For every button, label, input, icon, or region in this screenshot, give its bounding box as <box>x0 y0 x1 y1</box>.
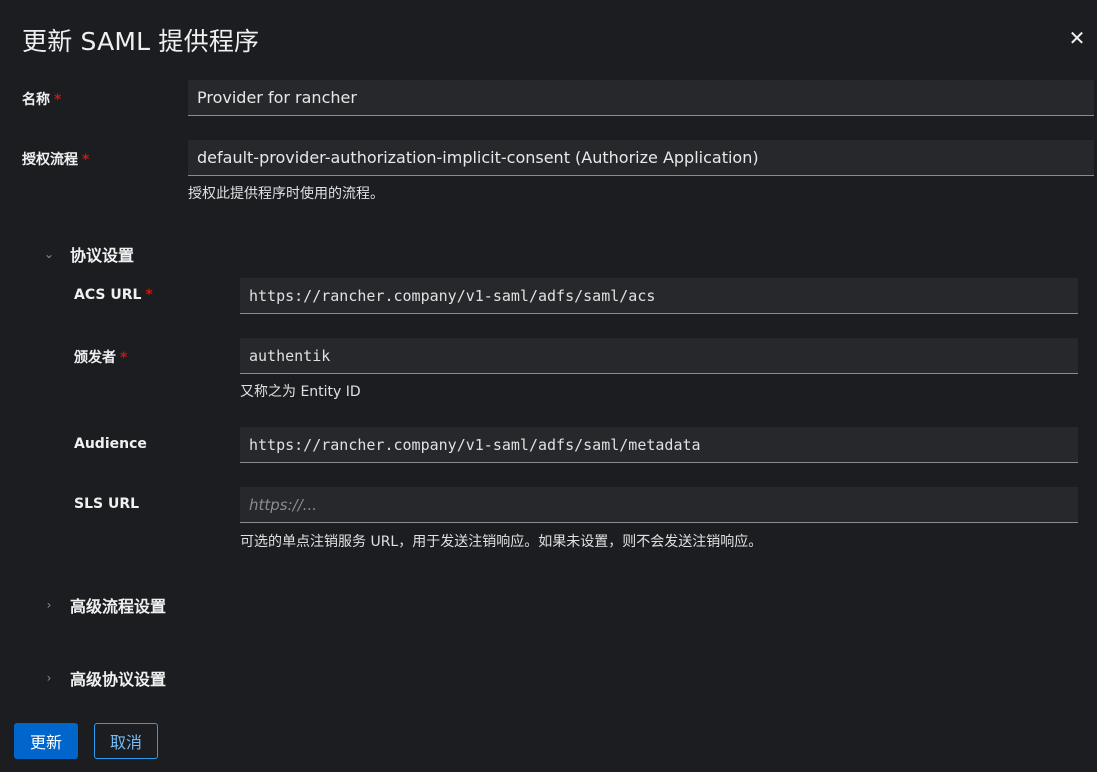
cancel-button[interactable]: 取消 <box>94 723 158 759</box>
sls-url-help: 可选的单点注销服务 URL，用于发送注销响应。如果未设置，则不会发送注销响应。 <box>240 534 763 550</box>
chevron-right-icon: › <box>46 598 52 612</box>
audience-input[interactable]: https://rancher.company/v1-saml/adfs/sam… <box>240 427 1078 463</box>
acs-url-label: ACS URL * <box>74 287 153 303</box>
acs-url-label-text: ACS URL <box>74 287 142 303</box>
name-input[interactable]: Provider for rancher <box>188 80 1094 116</box>
auth-flow-select[interactable]: default-provider-authorization-implicit-… <box>188 140 1094 176</box>
issuer-input-value: authentik <box>249 346 331 365</box>
advanced-protocol-settings-toggle[interactable]: › 高级协议设置 <box>40 666 166 690</box>
advanced-flow-settings-toggle[interactable]: › 高级流程设置 <box>40 593 166 617</box>
auth-flow-label-text: 授权流程 <box>22 152 78 168</box>
dialog-title: 更新 SAML 提供程序 <box>22 27 260 56</box>
sls-url-label-text: SLS URL <box>74 496 140 512</box>
auth-flow-help: 授权此提供程序时使用的流程。 <box>188 186 384 202</box>
name-input-value: Provider for rancher <box>197 88 357 107</box>
acs-url-input-value: https://rancher.company/v1-saml/adfs/sam… <box>249 286 656 305</box>
audience-input-value: https://rancher.company/v1-saml/adfs/sam… <box>249 435 701 454</box>
required-mark: * <box>82 152 90 168</box>
update-saml-provider-dialog: 更新 SAML 提供程序 ✕ 名称 * Provider for rancher … <box>0 0 1097 772</box>
sls-url-placeholder: https://... <box>249 495 318 514</box>
required-mark: * <box>54 92 62 108</box>
auth-flow-select-value: default-provider-authorization-implicit-… <box>197 148 759 167</box>
required-mark: * <box>145 287 153 303</box>
acs-url-input[interactable]: https://rancher.company/v1-saml/adfs/sam… <box>240 278 1078 314</box>
advanced-protocol-settings-title: 高级协议设置 <box>70 670 167 689</box>
audience-label: Audience <box>74 436 147 452</box>
advanced-flow-settings-title: 高级流程设置 <box>70 597 167 616</box>
required-mark: * <box>120 350 128 366</box>
close-icon[interactable]: ✕ <box>1067 28 1087 48</box>
name-label-text: 名称 <box>22 92 50 108</box>
update-button[interactable]: 更新 <box>14 723 78 759</box>
protocol-settings-toggle[interactable]: ⌄ 协议设置 <box>40 242 134 266</box>
sls-url-label: SLS URL <box>74 496 139 512</box>
issuer-label: 颁发者 * <box>74 347 127 367</box>
sls-url-input[interactable]: https://... <box>240 487 1078 523</box>
issuer-input[interactable]: authentik <box>240 338 1078 374</box>
protocol-settings-title: 协议设置 <box>70 246 135 265</box>
issuer-help: 又称之为 Entity ID <box>240 384 361 400</box>
issuer-label-text: 颁发者 <box>74 350 116 366</box>
chevron-right-icon: › <box>46 671 52 685</box>
name-label: 名称 * <box>22 89 61 109</box>
audience-label-text: Audience <box>74 436 147 452</box>
auth-flow-label: 授权流程 * <box>22 149 89 169</box>
chevron-down-icon: ⌄ <box>43 247 55 261</box>
